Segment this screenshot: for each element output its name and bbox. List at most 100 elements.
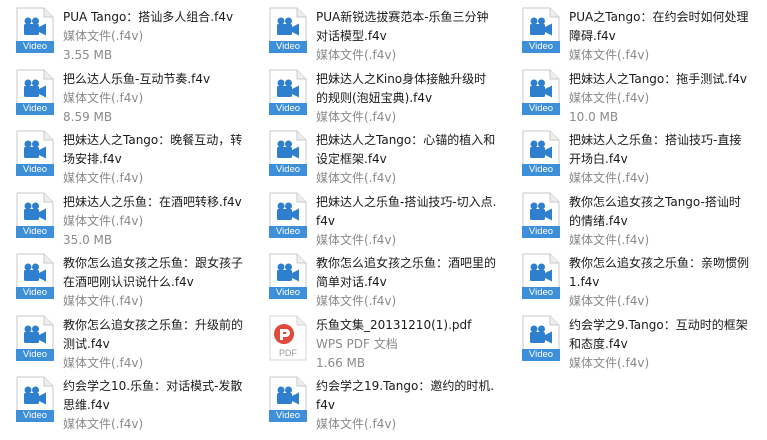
file-name: 把妹达人之Tango：晚餐互动，转场安排.f4v — [63, 133, 243, 166]
file-text: 约会学之10.乐鱼：对话模式-发散思维.f4v 媒体文件(.f4v) — [63, 377, 245, 434]
video-badge: Video — [522, 287, 560, 299]
file-item[interactable]: Video 约会学之19.Tango：邀约的时机.f4v 媒体文件(.f4v) — [253, 369, 503, 431]
file-name: 约会学之19.Tango：邀约的时机.f4v — [316, 379, 495, 412]
file-text: 教你怎么追女孩之Tango-搭讪时的情绪.f4v 媒体文件(.f4v) — [569, 193, 751, 250]
video-badge: Video — [522, 164, 560, 176]
file-text: 把妹达人之Tango：心锚的植入和设定框架.f4v 媒体文件(.f4v) — [316, 131, 498, 188]
video-badge: Video — [522, 225, 560, 238]
file-item[interactable]: PDF 乐鱼文集_20131210(1).pdf WPS PDF 文档 1.66 M… — [253, 308, 503, 370]
file-name: PUA Tango：搭讪多人组合.f4v — [63, 10, 234, 24]
file-item[interactable]: Video 教你怎么追女孩之乐鱼：跟女孩子在酒吧刚认识说什么.f4v 媒体文件(.f… — [0, 246, 250, 308]
file-text: 把妹达人之Tango：拖手测试.f4v 媒体文件(.f4v) 10.0 MB — [569, 70, 751, 127]
file-item[interactable]: Video 教你怎么追女孩之乐鱼：升级前的测试.f4v 媒体文件(.f4v) — [0, 308, 250, 370]
video-badge: Video — [269, 102, 307, 115]
video-file-icon: Video — [269, 253, 307, 299]
pdf-file-glyph: PDF — [269, 315, 307, 360]
file-name: 把么达人乐鱼-互动节奏.f4v — [63, 71, 211, 86]
file-name: 教你怎么追女孩之乐鱼：跟女孩子在酒吧刚认识说什么.f4v — [63, 256, 244, 289]
video-badge: Video — [16, 102, 54, 115]
video-badge: Video — [16, 410, 54, 422]
video-file-icon: Video — [522, 192, 560, 238]
file-type: 媒体文件(.f4v) — [63, 213, 144, 228]
video-badge: Video — [269, 225, 307, 238]
file-name: 教你怎么追女孩之Tango-搭讪时的情绪.f4v — [569, 194, 741, 228]
file-name: PUA之Tango：在约会时如何处理障碍.f4v — [569, 10, 749, 43]
file-item[interactable]: Video 把妹达人之Tango：晚餐互动，转场安排.f4v 媒体文件(.f4v) — [0, 123, 250, 185]
file-item[interactable]: Video 把妹达人之乐鱼：搭讪技巧-直接开场白.f4v 媒体文件(.f4v) — [506, 123, 756, 185]
file-text: 把妹达人之Tango：晚餐互动，转场安排.f4v 媒体文件(.f4v) — [63, 131, 245, 188]
video-file-icon: Video — [269, 69, 307, 115]
file-item[interactable]: Video 把妹达人之Kino身体接触升级时的规则(泡妞宝典).f4v 媒体文件(.… — [253, 62, 503, 124]
file-type: 媒体文件(.f4v) — [569, 90, 650, 105]
file-name: 教你怎么追女孩之乐鱼：亲吻惯例1.f4v — [569, 256, 750, 289]
video-file-icon: Video — [16, 69, 54, 115]
file-item[interactable]: Video 把么达人乐鱼-互动节奏.f4v 媒体文件(.f4v) 8.59 MB — [0, 62, 250, 124]
file-item[interactable]: Video 约会学之10.乐鱼：对话模式-发散思维.f4v 媒体文件(.f4v) — [0, 369, 250, 431]
file-text: 把么达人乐鱼-互动节奏.f4v 媒体文件(.f4v) 8.59 MB — [63, 70, 245, 127]
file-type: 媒体文件(.f4v) — [63, 90, 144, 105]
video-badge: Video — [269, 410, 307, 422]
video-badge: Video — [522, 102, 560, 115]
file-item[interactable]: Video PUA之Tango：在约会时如何处理障碍.f4v 媒体文件(.f4v) — [506, 0, 756, 62]
file-item[interactable]: Video 约会学之9.Tango：互动时的框架和态度.f4v 媒体文件(.f4v) — [506, 308, 756, 370]
file-text: 约会学之9.Tango：互动时的框架和态度.f4v 媒体文件(.f4v) — [569, 316, 751, 373]
file-text: 教你怎么追女孩之乐鱼：升级前的测试.f4v 媒体文件(.f4v) — [63, 316, 245, 373]
file-item[interactable]: Video PUA新锐选拔赛范本-乐鱼三分钟对话模型.f4v 媒体文件(.f4v) — [253, 0, 503, 62]
file-text: 把妹达人之乐鱼：在酒吧转移.f4v 媒体文件(.f4v) 35.0 MB — [63, 193, 245, 250]
file-item[interactable]: Video 教你怎么追女孩之乐鱼：酒吧里的简单对话.f4v 媒体文件(.f4v) — [253, 246, 503, 308]
file-name: 把妹达人之Kino身体接触升级时的规则(泡妞宝典).f4v — [316, 71, 487, 105]
file-name: 约会学之9.Tango：互动时的框架和态度.f4v — [569, 317, 748, 351]
file-text: 教你怎么追女孩之乐鱼：跟女孩子在酒吧刚认识说什么.f4v 媒体文件(.f4v) — [63, 254, 245, 311]
video-badge: Video — [269, 287, 307, 299]
file-type: WPS PDF 文档 — [316, 336, 398, 351]
file-text: 把妹达人之Kino身体接触升级时的规则(泡妞宝典).f4v 媒体文件(.f4v) — [316, 70, 498, 127]
file-type: 媒体文件(.f4v) — [569, 355, 650, 370]
video-file-icon: Video — [522, 130, 560, 176]
file-type: 媒体文件(.f4v) — [316, 417, 397, 431]
file-item[interactable]: Video 教你怎么追女孩之乐鱼：亲吻惯例1.f4v 媒体文件(.f4v) — [506, 246, 756, 308]
file-item[interactable]: Video 把妹达人之乐鱼-搭讪技巧-切入点.f4v 媒体文件(.f4v) — [253, 185, 503, 247]
video-file-icon: Video — [16, 253, 54, 299]
video-file-icon: Video — [522, 69, 560, 115]
file-name: PUA新锐选拔赛范本-乐鱼三分钟对话模型.f4v — [316, 10, 489, 43]
video-file-icon: Video — [269, 130, 307, 176]
video-file-icon: Video — [16, 192, 54, 238]
file-type: 媒体文件(.f4v) — [63, 417, 144, 431]
video-file-icon: Video — [269, 7, 307, 53]
pdf-badge-text: PDF — [279, 348, 298, 358]
file-type: 媒体文件(.f4v) — [63, 29, 144, 43]
video-file-icon: Video — [16, 376, 54, 422]
file-item[interactable]: Video 把妹达人之Tango：拖手测试.f4v 媒体文件(.f4v) 10.0 M… — [506, 62, 756, 124]
file-name: 把妹达人之乐鱼：搭讪技巧-直接开场白.f4v — [569, 133, 742, 166]
video-badge: Video — [16, 41, 54, 53]
file-text: 约会学之19.Tango：邀约的时机.f4v 媒体文件(.f4v) — [316, 377, 498, 434]
file-text: PUA新锐选拔赛范本-乐鱼三分钟对话模型.f4v 媒体文件(.f4v) — [316, 8, 498, 65]
file-item[interactable]: Video 教你怎么追女孩之Tango-搭讪时的情绪.f4v 媒体文件(.f4v) — [506, 185, 756, 247]
file-name: 乐鱼文集_20131210(1).pdf — [316, 317, 472, 332]
file-text: 把妹达人之乐鱼-搭讪技巧-切入点.f4v 媒体文件(.f4v) — [316, 193, 498, 250]
file-item[interactable]: Video 把妹达人之乐鱼：在酒吧转移.f4v 媒体文件(.f4v) 35.0 MB — [0, 185, 250, 247]
file-text: PUA之Tango：在约会时如何处理障碍.f4v 媒体文件(.f4v) — [569, 8, 751, 65]
file-name: 把妹达人之乐鱼-搭讪技巧-切入点.f4v — [316, 194, 497, 228]
file-name: 教你怎么追女孩之乐鱼：升级前的测试.f4v — [63, 317, 244, 351]
video-file-icon: Video — [522, 315, 560, 361]
video-badge: Video — [522, 348, 560, 361]
file-text: 教你怎么追女孩之乐鱼：亲吻惯例1.f4v 媒体文件(.f4v) — [569, 254, 751, 311]
video-file-icon: Video — [269, 192, 307, 238]
video-file-icon: Video — [522, 7, 560, 53]
file-name: 约会学之10.乐鱼：对话模式-发散思维.f4v — [63, 379, 243, 412]
video-badge: Video — [269, 41, 307, 53]
video-badge: Video — [522, 41, 560, 53]
video-file-icon: Video — [269, 376, 307, 422]
file-name: 把妹达人之Tango：心锚的植入和设定框架.f4v — [316, 133, 496, 166]
pdf-file-icon: PDF — [269, 315, 307, 361]
video-badge: Video — [16, 164, 54, 176]
video-badge: Video — [16, 348, 54, 361]
file-item[interactable]: Video 把妹达人之Tango：心锚的植入和设定框架.f4v 媒体文件(.f4v) — [253, 123, 503, 185]
file-grid: Video PUA Tango：搭讪多人组合.f4v 媒体文件(.f4v) 3.55 … — [0, 0, 767, 440]
video-badge: Video — [16, 287, 54, 299]
file-item[interactable]: Video PUA Tango：搭讪多人组合.f4v 媒体文件(.f4v) 3.55 … — [0, 0, 250, 62]
file-name: 把妹达人之Tango：拖手测试.f4v — [569, 71, 748, 86]
file-text: PUA Tango：搭讪多人组合.f4v 媒体文件(.f4v) 3.55 MB — [63, 8, 245, 65]
file-text: 教你怎么追女孩之乐鱼：酒吧里的简单对话.f4v 媒体文件(.f4v) — [316, 254, 498, 311]
